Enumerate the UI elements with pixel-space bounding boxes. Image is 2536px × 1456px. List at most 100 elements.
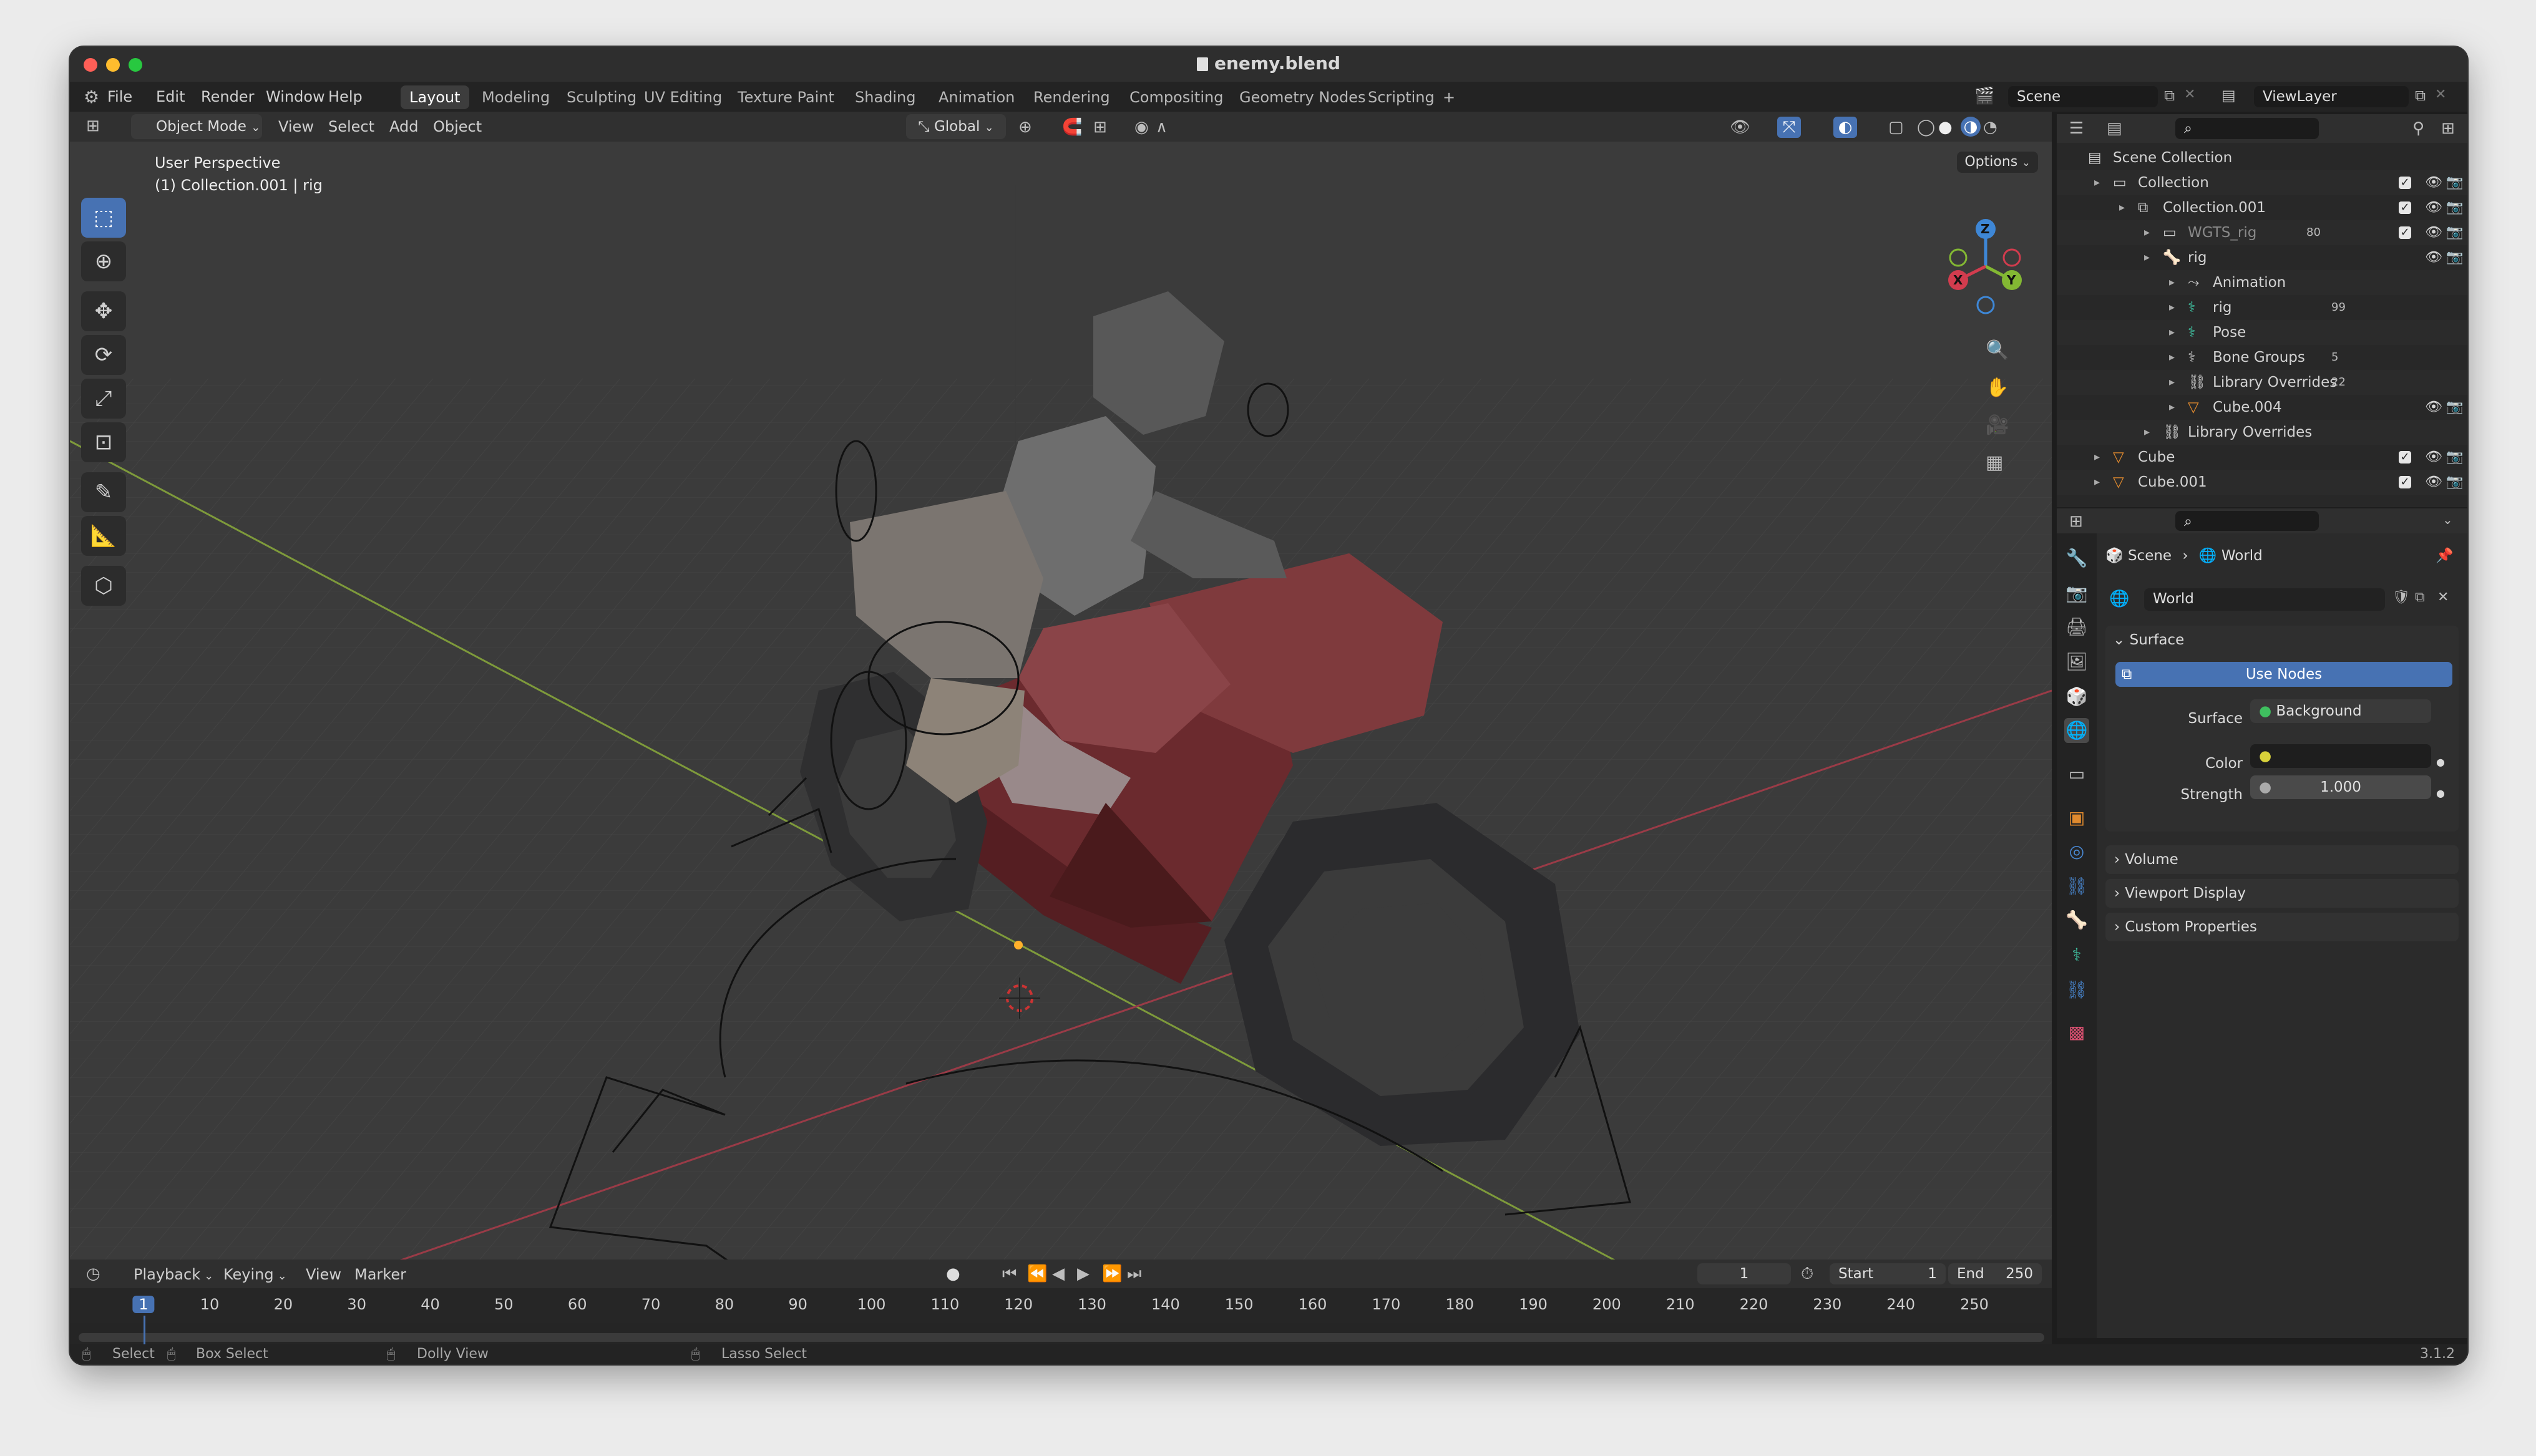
add-workspace-button[interactable]: + <box>1434 85 1464 109</box>
outliner-row[interactable]: ▸ ▭ WGTS_rig 80 👁 📷 ✓ <box>2057 220 2467 245</box>
visibility-eye-icon[interactable]: 👁 <box>2425 195 2442 220</box>
timeline-editor-icon[interactable]: ◷ <box>86 1266 100 1282</box>
timeline-menu-playback[interactable]: Playback ⌄ <box>134 1259 213 1289</box>
outliner-editor-icon[interactable]: ☰ <box>2069 120 2084 137</box>
breadcrumb-world[interactable]: World <box>2221 548 2263 564</box>
expand-toggle-icon[interactable]: ▸ <box>2094 170 2100 195</box>
viewport-menu-object[interactable]: Object <box>433 112 482 142</box>
current-frame-field[interactable]: 1 <box>1697 1263 1791 1284</box>
transform-orientation-dropdown[interactable]: ⤡ Global ⌄ <box>906 114 1006 139</box>
transform-tool-icon[interactable]: ⊡ <box>81 422 126 462</box>
outliner-search-input[interactable]: ⌕ <box>2175 118 2319 139</box>
keyframe-dot-icon[interactable]: ● <box>2436 779 2445 808</box>
outliner-row[interactable]: ▸ ⤳ Animation <box>2057 270 2467 295</box>
texture-tab-icon[interactable]: ▩ <box>2064 1020 2089 1045</box>
xray-icon[interactable]: ▢ <box>1888 119 1904 135</box>
scale-tool-icon[interactable]: ⤢ <box>81 379 126 419</box>
expand-toggle-icon[interactable]: ▸ <box>2169 270 2175 295</box>
timeline-scrollbar[interactable] <box>79 1333 2044 1342</box>
mode-dropdown[interactable]: Object Mode ⌄ <box>131 114 262 139</box>
object-data-tab-icon[interactable]: 🦴 <box>2064 908 2089 933</box>
overlays-toggle-icon[interactable]: ◐ <box>1833 117 1857 138</box>
world-name-field[interactable]: World <box>2144 588 2385 611</box>
menu-help[interactable]: Help <box>328 82 363 112</box>
display-mode-icon[interactable]: ▤ <box>2107 120 2122 137</box>
tab-layout[interactable]: Layout <box>401 85 469 109</box>
material-preview-icon[interactable]: ◑ <box>1961 117 1981 137</box>
outliner-row[interactable]: ▸ ▽ Cube 👁 📷 ✓ <box>2057 445 2467 470</box>
strength-field[interactable]: ● 1.000 <box>2250 775 2431 799</box>
visibility-icon[interactable]: 👁 <box>1730 119 1750 135</box>
expand-toggle-icon[interactable]: ▸ <box>2169 345 2175 370</box>
options-dropdown[interactable]: Options ⌄ <box>1957 152 2038 173</box>
render-tab-icon[interactable]: 📷 <box>2064 581 2089 606</box>
outliner-row[interactable]: ▸ ⚕ Pose <box>2057 320 2467 345</box>
expand-toggle-icon[interactable]: ▸ <box>2144 420 2150 445</box>
filter-icon[interactable]: ⚲ <box>2412 120 2424 137</box>
viewport-scene[interactable] <box>70 142 2052 1288</box>
tab-texture-paint[interactable]: Texture Paint <box>729 85 843 109</box>
outliner-row[interactable]: ▸ ⛓ Library Overrides 22 <box>2057 370 2467 395</box>
outliner-row[interactable]: ▸ ▽ Cube.001 👁 📷 ✓ <box>2057 470 2467 495</box>
expand-toggle-icon[interactable]: ▸ <box>2094 470 2100 495</box>
exclude-checkbox[interactable]: ✓ <box>2399 201 2411 214</box>
exclude-checkbox[interactable]: ✓ <box>2399 226 2411 239</box>
outliner-row[interactable]: ▸ ⚕ rig 99 <box>2057 295 2467 320</box>
render-camera-icon[interactable]: 📷 <box>2446 395 2463 420</box>
expand-toggle-icon[interactable]: ▸ <box>2119 195 2125 220</box>
editor-type-icon[interactable]: ⊞ <box>86 118 100 134</box>
properties-editor-icon[interactable]: ⊞ <box>2069 513 2083 530</box>
panel-viewport-display[interactable]: › Viewport Display <box>2105 879 2459 908</box>
visibility-eye-icon[interactable]: 👁 <box>2425 470 2442 495</box>
view-layer-tab-icon[interactable]: 🖼 <box>2064 649 2089 674</box>
object-tab-icon[interactable]: ▣ <box>2064 805 2089 830</box>
navigation-gizmo[interactable]: Z Y X <box>1936 216 2036 316</box>
tab-scripting[interactable]: Scripting <box>1359 85 1443 109</box>
output-tab-icon[interactable]: 🖨 <box>2064 614 2089 639</box>
measure-tool-icon[interactable]: 📐 <box>81 516 126 556</box>
render-camera-icon[interactable]: 📷 <box>2446 170 2463 195</box>
tab-shading[interactable]: Shading <box>846 85 925 109</box>
bone-constraints-tab-icon[interactable]: ⛓ <box>2064 978 2089 1002</box>
scene-selector-icon[interactable]: 🎬 <box>1974 88 1994 104</box>
expand-toggle-icon[interactable]: ▸ <box>2169 295 2175 320</box>
outliner-row[interactable]: ▸ ▭ Collection 👁 📷 ✓ <box>2057 170 2467 195</box>
zoom-view-icon[interactable]: 🔍 <box>1986 341 2009 360</box>
falloff-icon[interactable]: ∧ <box>1156 119 1168 135</box>
tab-modeling[interactable]: Modeling <box>473 85 558 109</box>
camera-view-icon[interactable]: 🎥 <box>1986 416 2009 435</box>
tab-animation[interactable]: Animation <box>930 85 1023 109</box>
tab-uv-editing[interactable]: UV Editing <box>635 85 731 109</box>
tab-compositing[interactable]: Compositing <box>1121 85 1232 109</box>
outliner-row[interactable]: ▸ ⧉ Collection.001 👁 📷 ✓ <box>2057 195 2467 220</box>
viewport-menu-add[interactable]: Add <box>389 112 418 142</box>
render-camera-icon[interactable]: 📷 <box>2446 220 2463 245</box>
viewlayer-icon[interactable]: ▤ <box>2221 88 2236 103</box>
constraints-tab-icon[interactable]: ⛓ <box>2064 874 2089 899</box>
timeline-menu-view[interactable]: View <box>306 1259 341 1289</box>
wireframe-shading-icon[interactable]: ◯ <box>1917 119 1935 135</box>
properties-search-input[interactable]: ⌕ <box>2175 511 2319 531</box>
new-viewlayer-icon[interactable]: ⧉ <box>2415 88 2426 103</box>
panel-volume[interactable]: › Volume <box>2105 845 2459 874</box>
fake-user-icon[interactable]: 🛡 <box>2392 591 2410 604</box>
play-icon[interactable]: ▶ <box>1077 1266 1090 1282</box>
timeline-menu-keying[interactable]: Keying ⌄ <box>223 1259 287 1289</box>
prev-keyframe-icon[interactable]: ⏪ <box>1027 1266 1047 1282</box>
play-reverse-icon[interactable]: ◀ <box>1052 1266 1065 1282</box>
start-frame-field[interactable]: Start 1 <box>1830 1263 1946 1284</box>
render-camera-icon[interactable]: 📷 <box>2446 245 2463 270</box>
world-browse-icon[interactable]: 🌐 <box>2109 591 2129 607</box>
collection-tab-icon[interactable]: ▭ <box>2064 762 2089 787</box>
exclude-checkbox[interactable]: ✓ <box>2399 177 2411 189</box>
tab-geometry-nodes[interactable]: Geometry Nodes <box>1231 85 1374 109</box>
tab-sculpting[interactable]: Sculpting <box>558 85 645 109</box>
color-field[interactable]: ● <box>2250 744 2431 768</box>
tab-rendering[interactable]: Rendering <box>1025 85 1119 109</box>
render-camera-icon[interactable]: 📷 <box>2446 445 2463 470</box>
playhead[interactable] <box>144 1316 145 1344</box>
menu-file[interactable]: File <box>107 82 132 112</box>
visibility-eye-icon[interactable]: 👁 <box>2425 170 2442 195</box>
snap-target-icon[interactable]: ⊞ <box>1093 119 1107 135</box>
menu-render[interactable]: Render <box>201 82 254 112</box>
